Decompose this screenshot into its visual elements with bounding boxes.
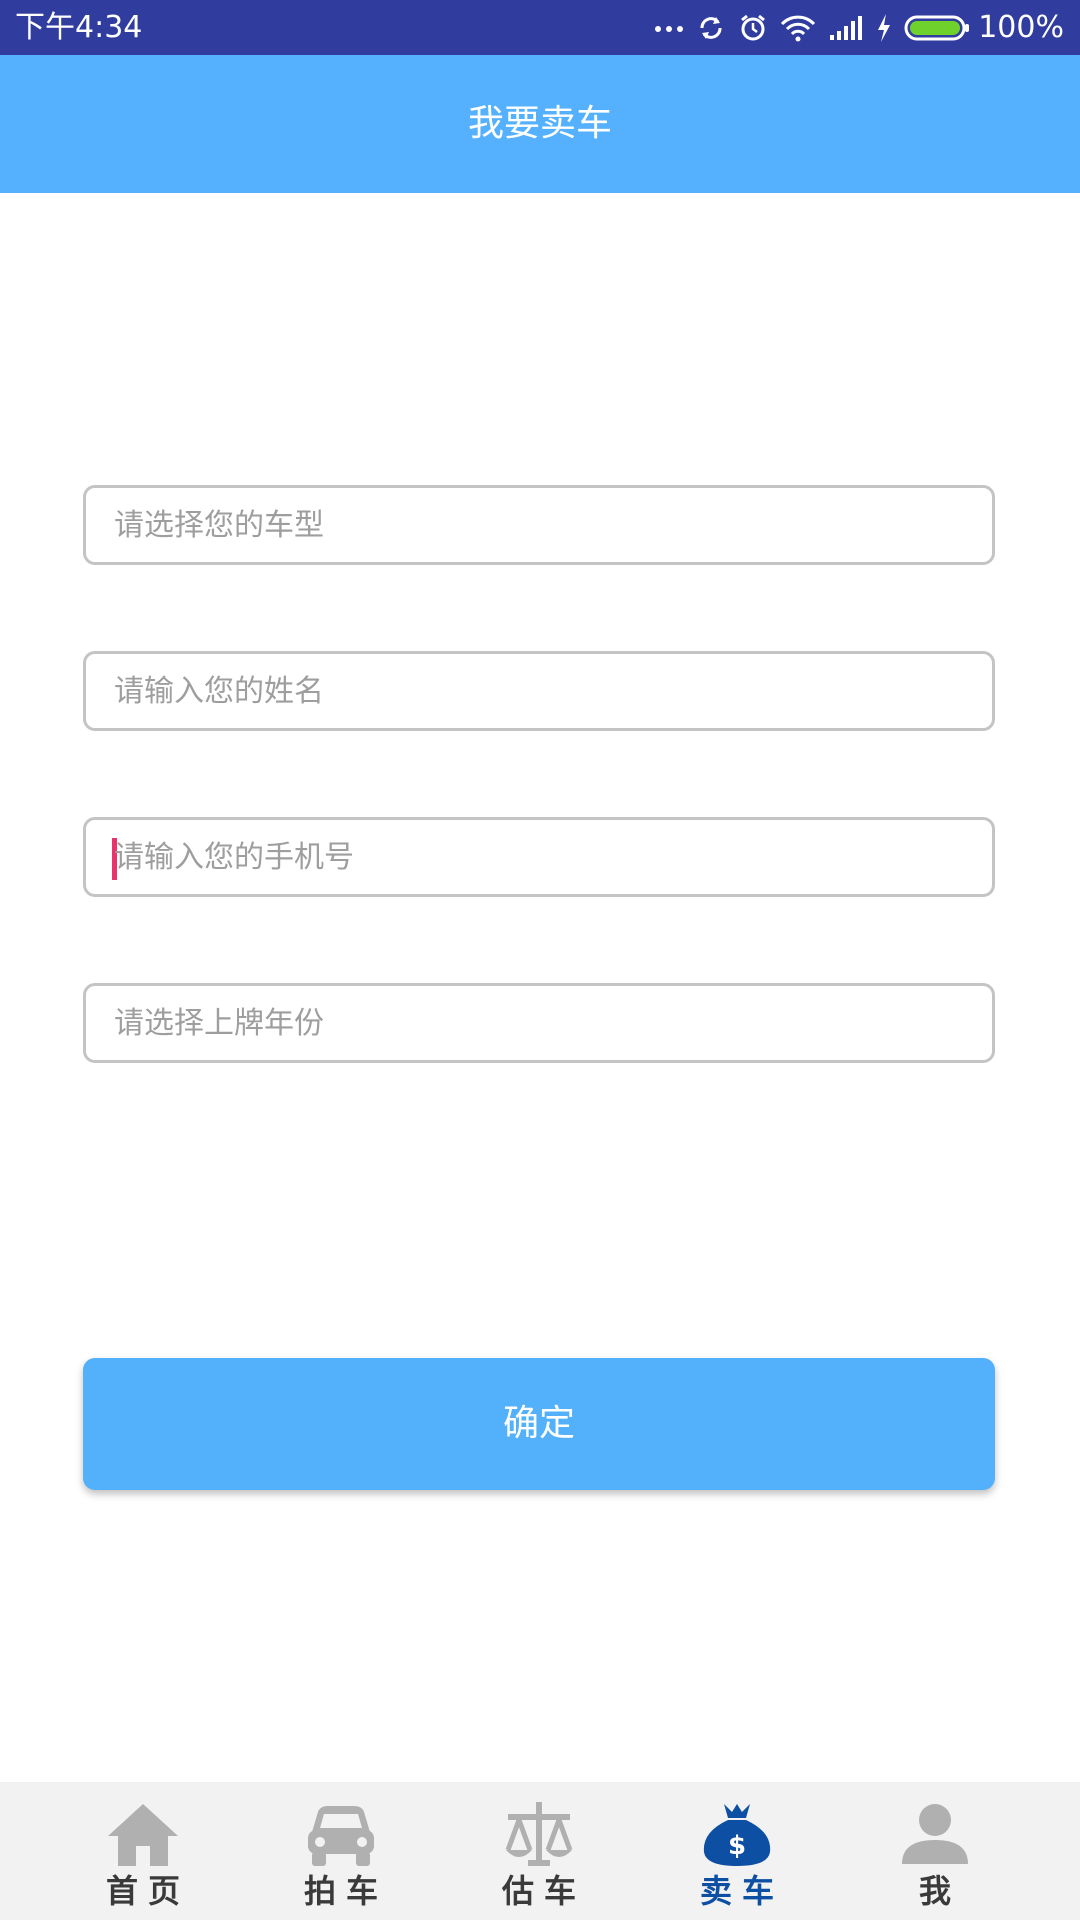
battery-icon bbox=[904, 15, 970, 40]
wifi-icon bbox=[781, 15, 816, 41]
confirm-button-label: 确定 bbox=[502, 1403, 575, 1444]
app-header: 我要卖车 bbox=[0, 55, 1080, 193]
name-placeholder: 请输入您的姓名 bbox=[114, 674, 324, 709]
nav-label-me: 我 bbox=[918, 1872, 961, 1910]
nav-label-sell-car: 卖车 bbox=[699, 1872, 784, 1910]
alarm-icon bbox=[741, 14, 766, 40]
nav-label-valuation: 估车 bbox=[501, 1872, 586, 1910]
nav-item-me[interactable]: 我 bbox=[835, 1782, 1035, 1920]
status-time: 下午4:34 bbox=[15, 10, 143, 45]
car-icon bbox=[308, 1806, 374, 1866]
nav-item-auction[interactable]: 拍车 bbox=[241, 1782, 441, 1920]
battery-percent: 100% bbox=[978, 10, 1064, 45]
confirm-button[interactable]: 确定 bbox=[83, 1358, 995, 1490]
phone-input[interactable]: 请输入您的手机号 bbox=[83, 817, 995, 897]
nav-label-home: 首页 bbox=[105, 1872, 190, 1910]
money-bag-icon: $ bbox=[703, 1804, 771, 1866]
nav-label-auction: 拍车 bbox=[303, 1872, 388, 1910]
car-model-placeholder: 请选择您的车型 bbox=[114, 508, 324, 543]
phone-placeholder: 请输入您的手机号 bbox=[114, 840, 354, 875]
nav-item-home[interactable]: 首页 bbox=[43, 1782, 243, 1920]
plate-year-select[interactable]: 请选择上牌年份 bbox=[83, 983, 995, 1063]
home-icon bbox=[108, 1804, 178, 1866]
nav-item-sell-car[interactable]: $ 卖车 bbox=[637, 1782, 837, 1920]
scale-icon bbox=[505, 1802, 573, 1866]
person-icon bbox=[902, 1804, 968, 1864]
name-input[interactable]: 请输入您的姓名 bbox=[83, 651, 995, 731]
sync-icon bbox=[700, 16, 722, 39]
more-dots-icon bbox=[655, 25, 684, 32]
nav-item-valuation[interactable]: 估车 bbox=[439, 1782, 639, 1920]
svg-text:$: $ bbox=[728, 1831, 746, 1861]
plate-year-placeholder: 请选择上牌年份 bbox=[114, 1006, 324, 1041]
car-model-select[interactable]: 请选择您的车型 bbox=[83, 485, 995, 565]
page-title: 我要卖车 bbox=[467, 103, 612, 144]
signal-icon bbox=[830, 15, 863, 40]
status-bar: 下午4:34 100% bbox=[0, 0, 1080, 55]
charging-icon bbox=[878, 13, 891, 42]
screen: 下午4:34 100% 我要卖车 请选择您的车型 请输入您的姓名 请输入您的手机… bbox=[0, 0, 1080, 1920]
status-icons: 100% bbox=[642, 0, 1064, 55]
bottom-nav: 首页 拍车 估车 $ 卖车 我 bbox=[0, 1782, 1080, 1920]
